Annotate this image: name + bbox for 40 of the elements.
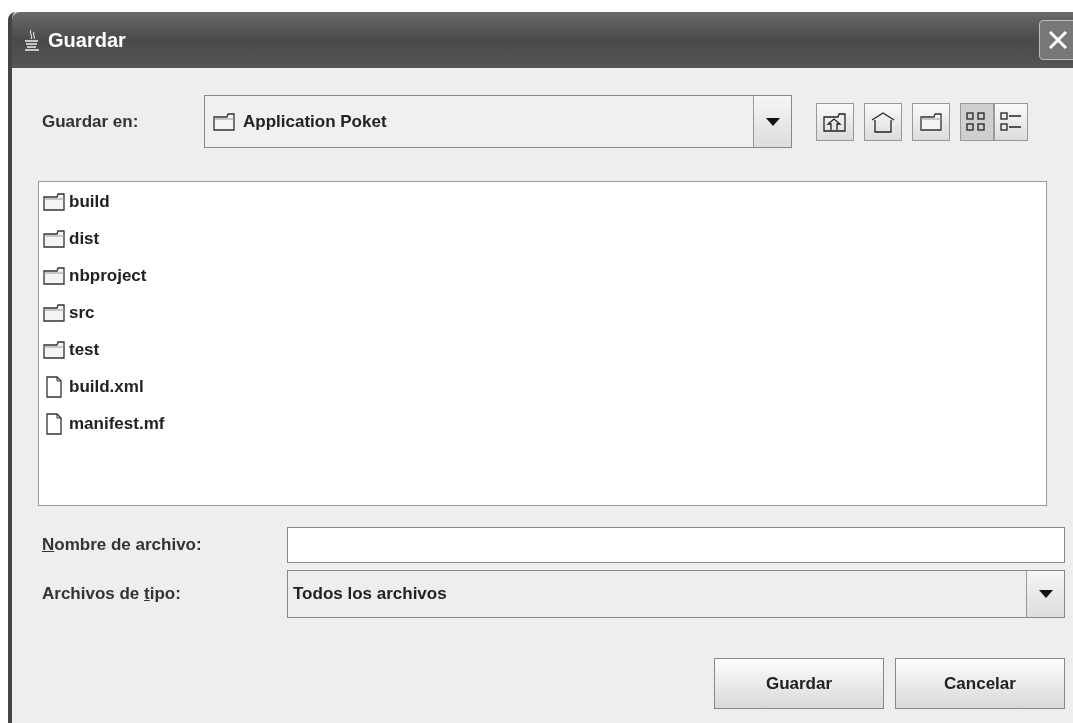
file-type-value: Todos los archivos	[292, 583, 448, 606]
close-icon	[1047, 29, 1069, 51]
file-type-dropdown[interactable]: Todos los archivos	[287, 570, 1065, 618]
save-in-label: Guardar en:	[42, 110, 140, 133]
file-type-label: Archivos de tipo:	[42, 583, 182, 606]
caret-icon	[1038, 590, 1053, 598]
file-list-item[interactable]: src	[43, 301, 99, 325]
save-button[interactable]: Guardar	[714, 658, 884, 709]
coffee-cup-icon	[24, 29, 40, 51]
file-list-item[interactable]: nbproject	[43, 264, 151, 288]
view-toggle-button[interactable]	[994, 102, 1028, 141]
close-button[interactable]	[1039, 20, 1073, 60]
up-folder-button[interactable]	[816, 102, 854, 141]
home-button[interactable]	[864, 102, 902, 141]
folder-icon	[43, 267, 65, 285]
file-name-label: Nombre de archivo:	[42, 534, 203, 557]
file-list-item[interactable]: build	[43, 190, 114, 214]
folder-icon	[920, 112, 942, 131]
location-value: Application Poket	[243, 110, 387, 133]
file-list-item[interactable]: manifest.mf	[43, 412, 169, 436]
file-icon	[45, 413, 63, 435]
folder-icon	[43, 193, 65, 211]
details-view-icon	[999, 110, 1023, 133]
folder-icon	[43, 341, 65, 359]
up-folder-icon	[823, 111, 847, 132]
file-icon	[45, 376, 63, 398]
file-list-item[interactable]: build.xml	[43, 375, 148, 399]
file-list-item[interactable]: test	[43, 338, 104, 362]
view-toggle-button[interactable]	[960, 102, 994, 141]
location-dropdown[interactable]: Application Poket	[204, 95, 792, 148]
file-name-field[interactable]	[287, 527, 1065, 563]
home-icon	[871, 110, 895, 133]
caret-icon	[765, 117, 780, 126]
folder-icon	[213, 112, 235, 131]
folder-icon	[43, 230, 65, 248]
folder-icon	[43, 304, 65, 322]
file-list-item[interactable]: dist	[43, 227, 104, 251]
new-folder-button[interactable]	[912, 102, 950, 141]
cancel-button[interactable]: Cancelar	[895, 658, 1065, 709]
window-title: Guardar	[48, 28, 126, 53]
